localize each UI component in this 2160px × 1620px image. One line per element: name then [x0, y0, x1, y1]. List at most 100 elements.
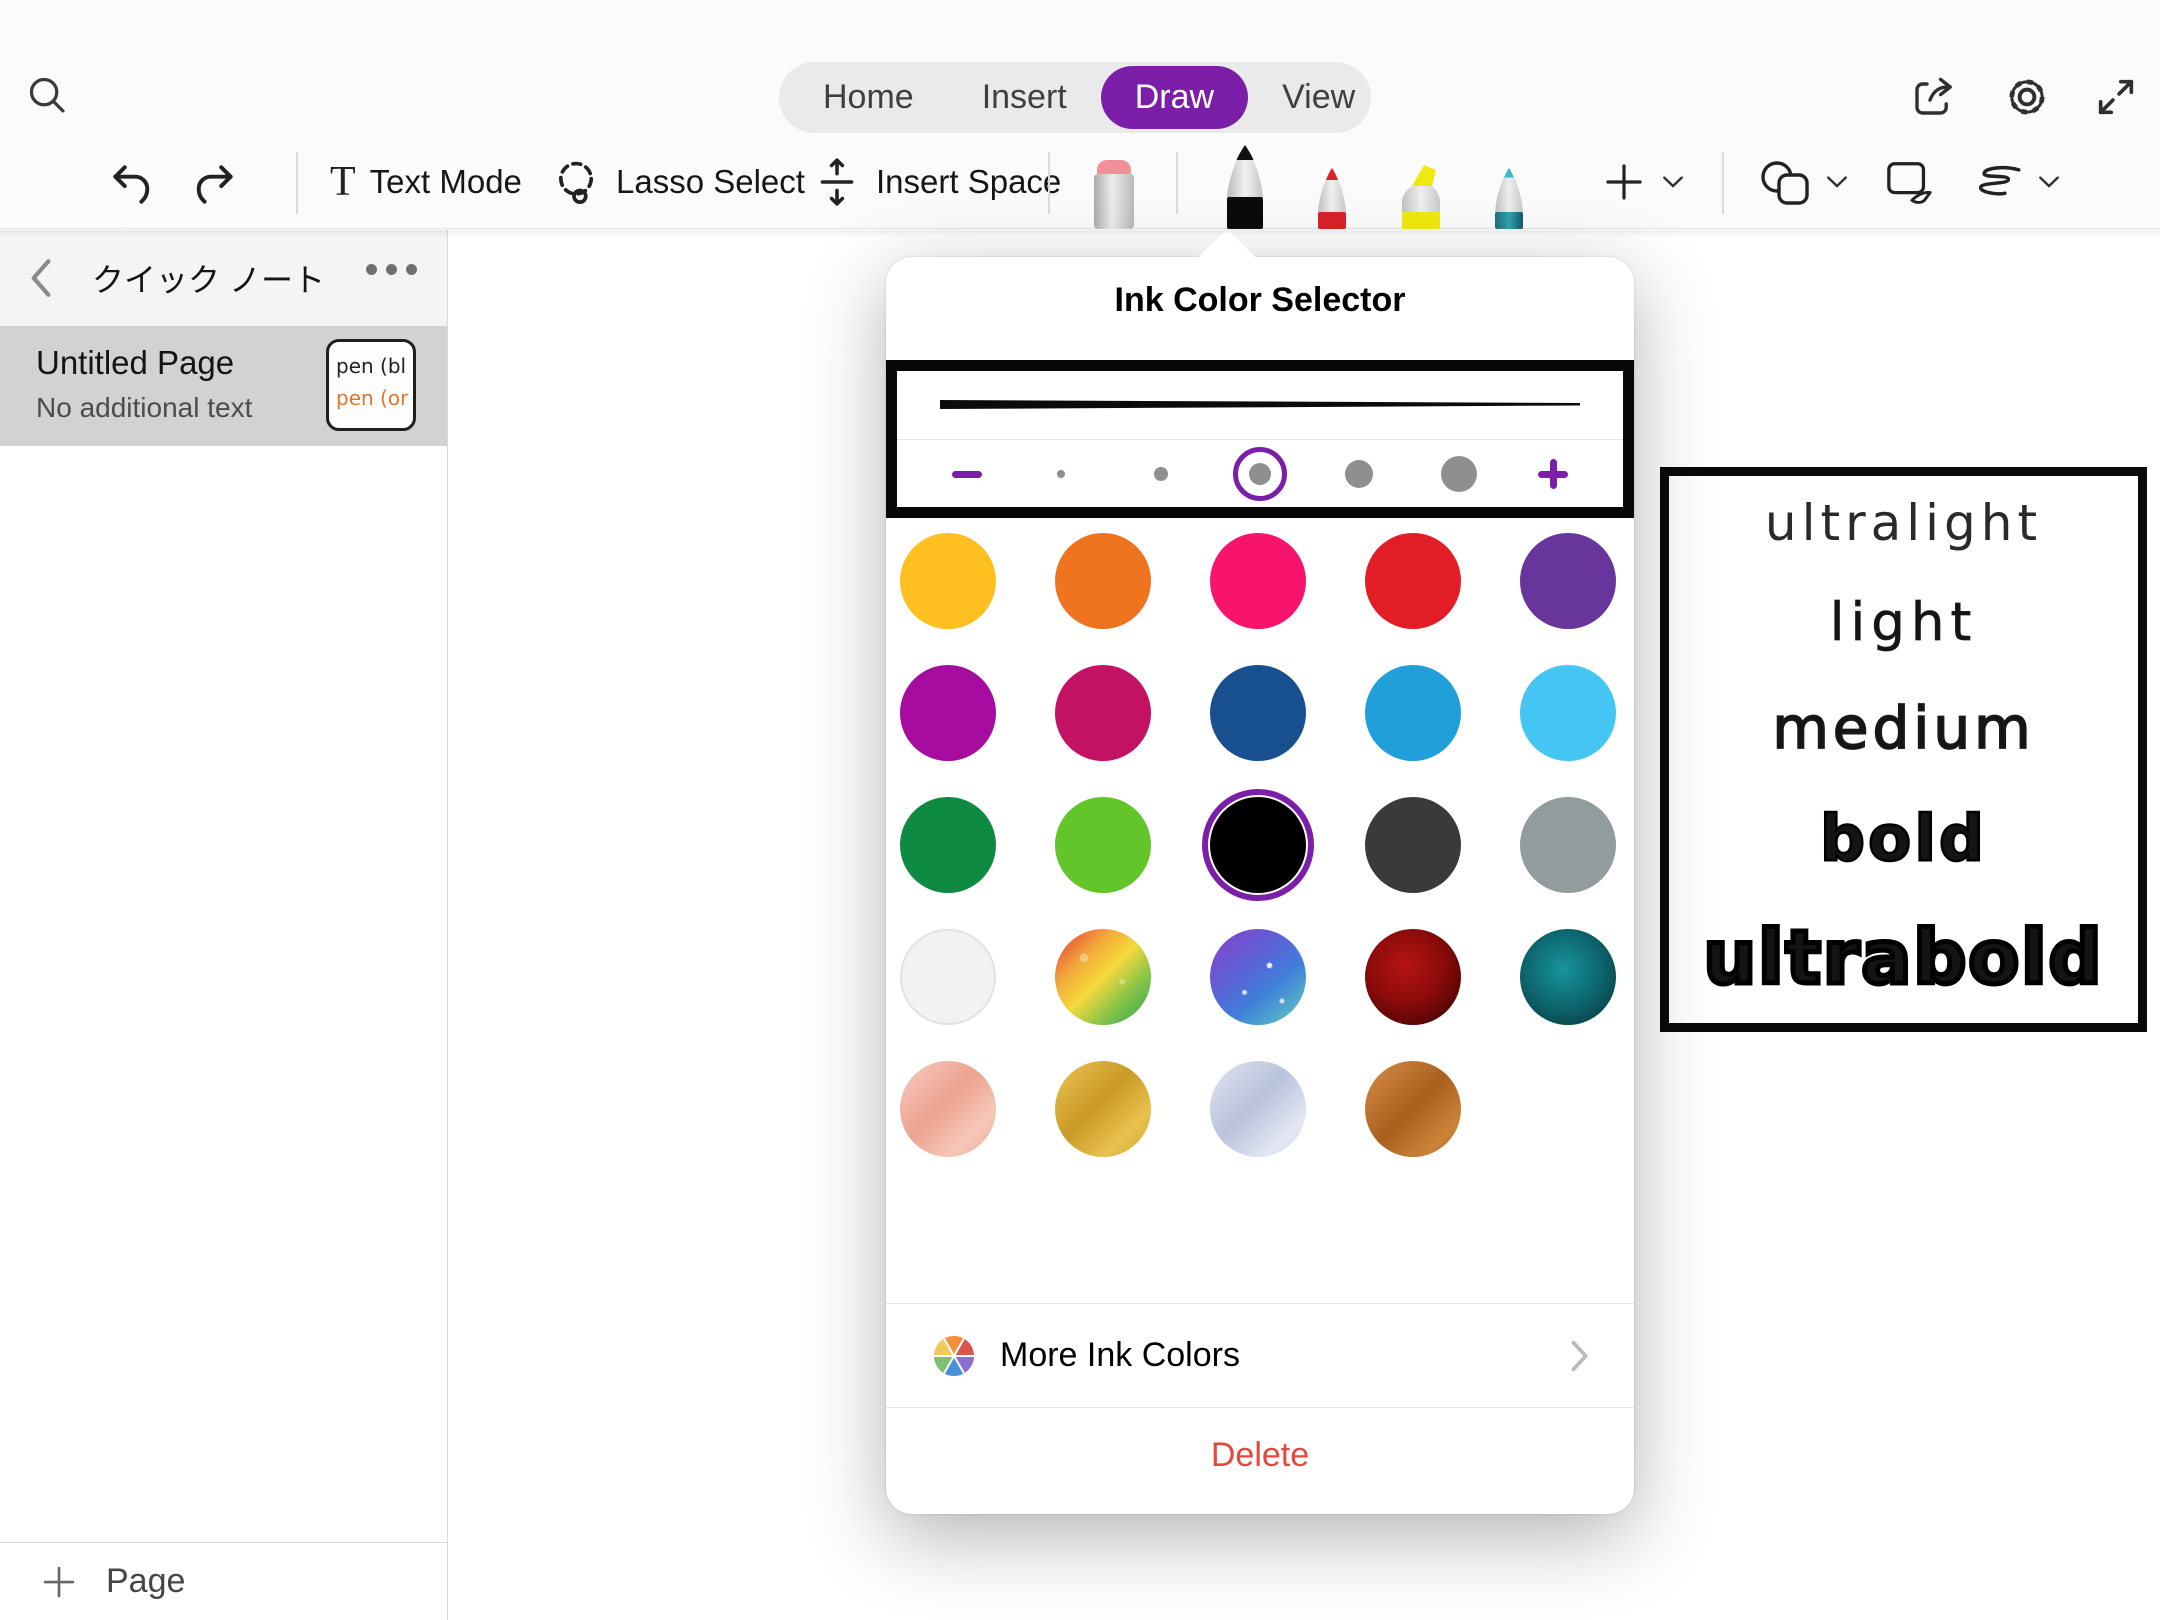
chevron-down-icon: [1662, 175, 1684, 189]
share-button[interactable]: [1908, 72, 1958, 122]
scribble-icon: [1972, 162, 2024, 202]
color-swatch-red[interactable]: [1365, 533, 1461, 629]
text-mode-button[interactable]: T Text Mode: [330, 150, 522, 214]
toolbar-divider: [1722, 152, 1724, 214]
eraser-tool[interactable]: [1092, 158, 1136, 229]
color-swatch-blue[interactable]: [1365, 665, 1461, 761]
color-swatch-dark-gray[interactable]: [1365, 797, 1461, 893]
stroke-weight-sample-box: ultralight light medium bold ultrabold: [1660, 467, 2147, 1032]
fullscreen-button[interactable]: [2092, 73, 2140, 121]
stroke-size-row: [897, 441, 1623, 507]
chevron-down-icon: [2038, 175, 2060, 189]
thumbnail-line1: pen (bl: [336, 350, 413, 382]
lasso-icon: [550, 156, 602, 208]
stroke-preview: [897, 371, 1623, 440]
color-swatch-purple[interactable]: [1520, 533, 1616, 629]
stroke-size-option-5[interactable]: [1432, 447, 1486, 501]
ink-to-text-button[interactable]: [1884, 156, 1936, 208]
chevron-left-icon: [27, 257, 53, 299]
color-swatch-dark-red-marble[interactable]: [1365, 929, 1461, 1025]
text-mode-label: Text Mode: [370, 163, 522, 201]
more-ink-colors-label: More Ink Colors: [1000, 1336, 1240, 1375]
add-page-label: Page: [106, 1562, 185, 1601]
color-swatch-black-selected[interactable]: [1210, 797, 1306, 893]
insert-space-icon: [812, 157, 862, 207]
sample-bold: bold: [1820, 802, 1987, 875]
scribble-button[interactable]: [1972, 150, 2060, 214]
undo-button[interactable]: [104, 158, 158, 212]
yellow-highlighter-tool[interactable]: [1394, 164, 1448, 229]
color-swatch-green[interactable]: [900, 797, 996, 893]
tab-insert[interactable]: Insert: [948, 66, 1101, 129]
thumbnail-line2: pen (or: [336, 382, 413, 414]
color-swatch-pink[interactable]: [1210, 533, 1306, 629]
lasso-select-button[interactable]: Lasso Select: [550, 150, 805, 214]
stroke-size-option-3[interactable]: [1233, 447, 1287, 501]
top-toolbar: Home Insert Draw View: [0, 0, 2160, 229]
chevron-down-icon: [1826, 175, 1848, 189]
page-list-item-selected[interactable]: Untitled Page No additional text pen (bl…: [0, 326, 447, 446]
color-swatch-silver-texture[interactable]: [1210, 1061, 1306, 1157]
color-wheel-icon: [930, 1332, 978, 1380]
color-swatch-bronze-texture[interactable]: [1365, 1061, 1461, 1157]
stroke-width-section: [886, 360, 1634, 518]
stroke-size-option-2[interactable]: [1134, 447, 1188, 501]
color-swatch-magenta[interactable]: [900, 665, 996, 761]
color-swatch-gold[interactable]: [900, 533, 996, 629]
page-list-sidebar: クイック ノート Untitled Page No additional tex…: [0, 230, 448, 1620]
toolbar-shadow: [0, 230, 2160, 237]
plus-icon: [1600, 158, 1648, 206]
color-swatch-rainbow-glitter[interactable]: [1055, 929, 1151, 1025]
teal-pen-tool[interactable]: [1486, 167, 1532, 229]
more-ink-colors-button[interactable]: More Ink Colors: [886, 1303, 1634, 1407]
share-icon: [1909, 73, 1957, 121]
tab-draw[interactable]: Draw: [1101, 66, 1248, 129]
color-swatch-galaxy[interactable]: [1210, 929, 1306, 1025]
color-swatch-rose-gold[interactable]: [900, 1061, 996, 1157]
notebook-title: クイック ノート: [80, 255, 337, 301]
increase-size-button[interactable]: [1531, 452, 1575, 496]
redo-icon: [190, 160, 240, 210]
shapes-button[interactable]: [1758, 150, 1848, 214]
sample-light: light: [1830, 592, 1977, 653]
toolbar-divider: [1048, 152, 1050, 214]
search-button[interactable]: [22, 70, 72, 120]
color-swatch-light-blue[interactable]: [1520, 665, 1616, 761]
add-pen-button[interactable]: [1600, 150, 1684, 214]
red-pen-tool[interactable]: [1309, 167, 1355, 229]
back-button[interactable]: [0, 248, 80, 308]
notebook-header: クイック ノート: [0, 230, 447, 326]
delete-button[interactable]: Delete: [1211, 1436, 1309, 1475]
eraser-icon: [1092, 158, 1136, 229]
color-swatch-gray[interactable]: [1520, 797, 1616, 893]
add-page-button[interactable]: Page: [0, 1542, 447, 1620]
ribbon-tabbar: Home Insert Draw View: [779, 62, 1371, 133]
insert-space-label: Insert Space: [876, 163, 1061, 201]
stroke-size-option-1[interactable]: [1034, 447, 1088, 501]
black-pen-tool[interactable]: [1217, 144, 1273, 229]
tab-view[interactable]: View: [1248, 66, 1389, 129]
search-icon: [24, 72, 70, 118]
color-swatch-teal-marble[interactable]: [1520, 929, 1616, 1025]
color-swatch-dark-blue[interactable]: [1210, 665, 1306, 761]
color-swatch-gold-texture[interactable]: [1055, 1061, 1151, 1157]
more-options-button[interactable]: [366, 264, 417, 275]
color-swatch-grid: [900, 533, 1616, 1157]
insert-space-button[interactable]: Insert Space: [812, 150, 1061, 214]
chevron-right-icon: [1570, 1339, 1590, 1373]
settings-gear-icon: [2001, 71, 2053, 123]
color-swatch-light-green[interactable]: [1055, 797, 1151, 893]
stroke-size-option-4[interactable]: [1332, 447, 1386, 501]
redo-button[interactable]: [188, 158, 242, 212]
ellipsis-icon: [366, 264, 377, 275]
decrease-size-button[interactable]: [945, 452, 989, 496]
ink-to-text-icon: [1885, 158, 1935, 206]
toolbar-divider: [296, 152, 298, 214]
ink-color-selector-popup: Ink Color Selector: [886, 257, 1634, 1514]
color-swatch-dark-pink[interactable]: [1055, 665, 1151, 761]
color-swatch-orange[interactable]: [1055, 533, 1151, 629]
settings-button[interactable]: [2000, 70, 2054, 124]
tab-home[interactable]: Home: [789, 66, 948, 129]
color-swatch-white[interactable]: [900, 929, 996, 1025]
plus-icon: [1538, 459, 1568, 489]
